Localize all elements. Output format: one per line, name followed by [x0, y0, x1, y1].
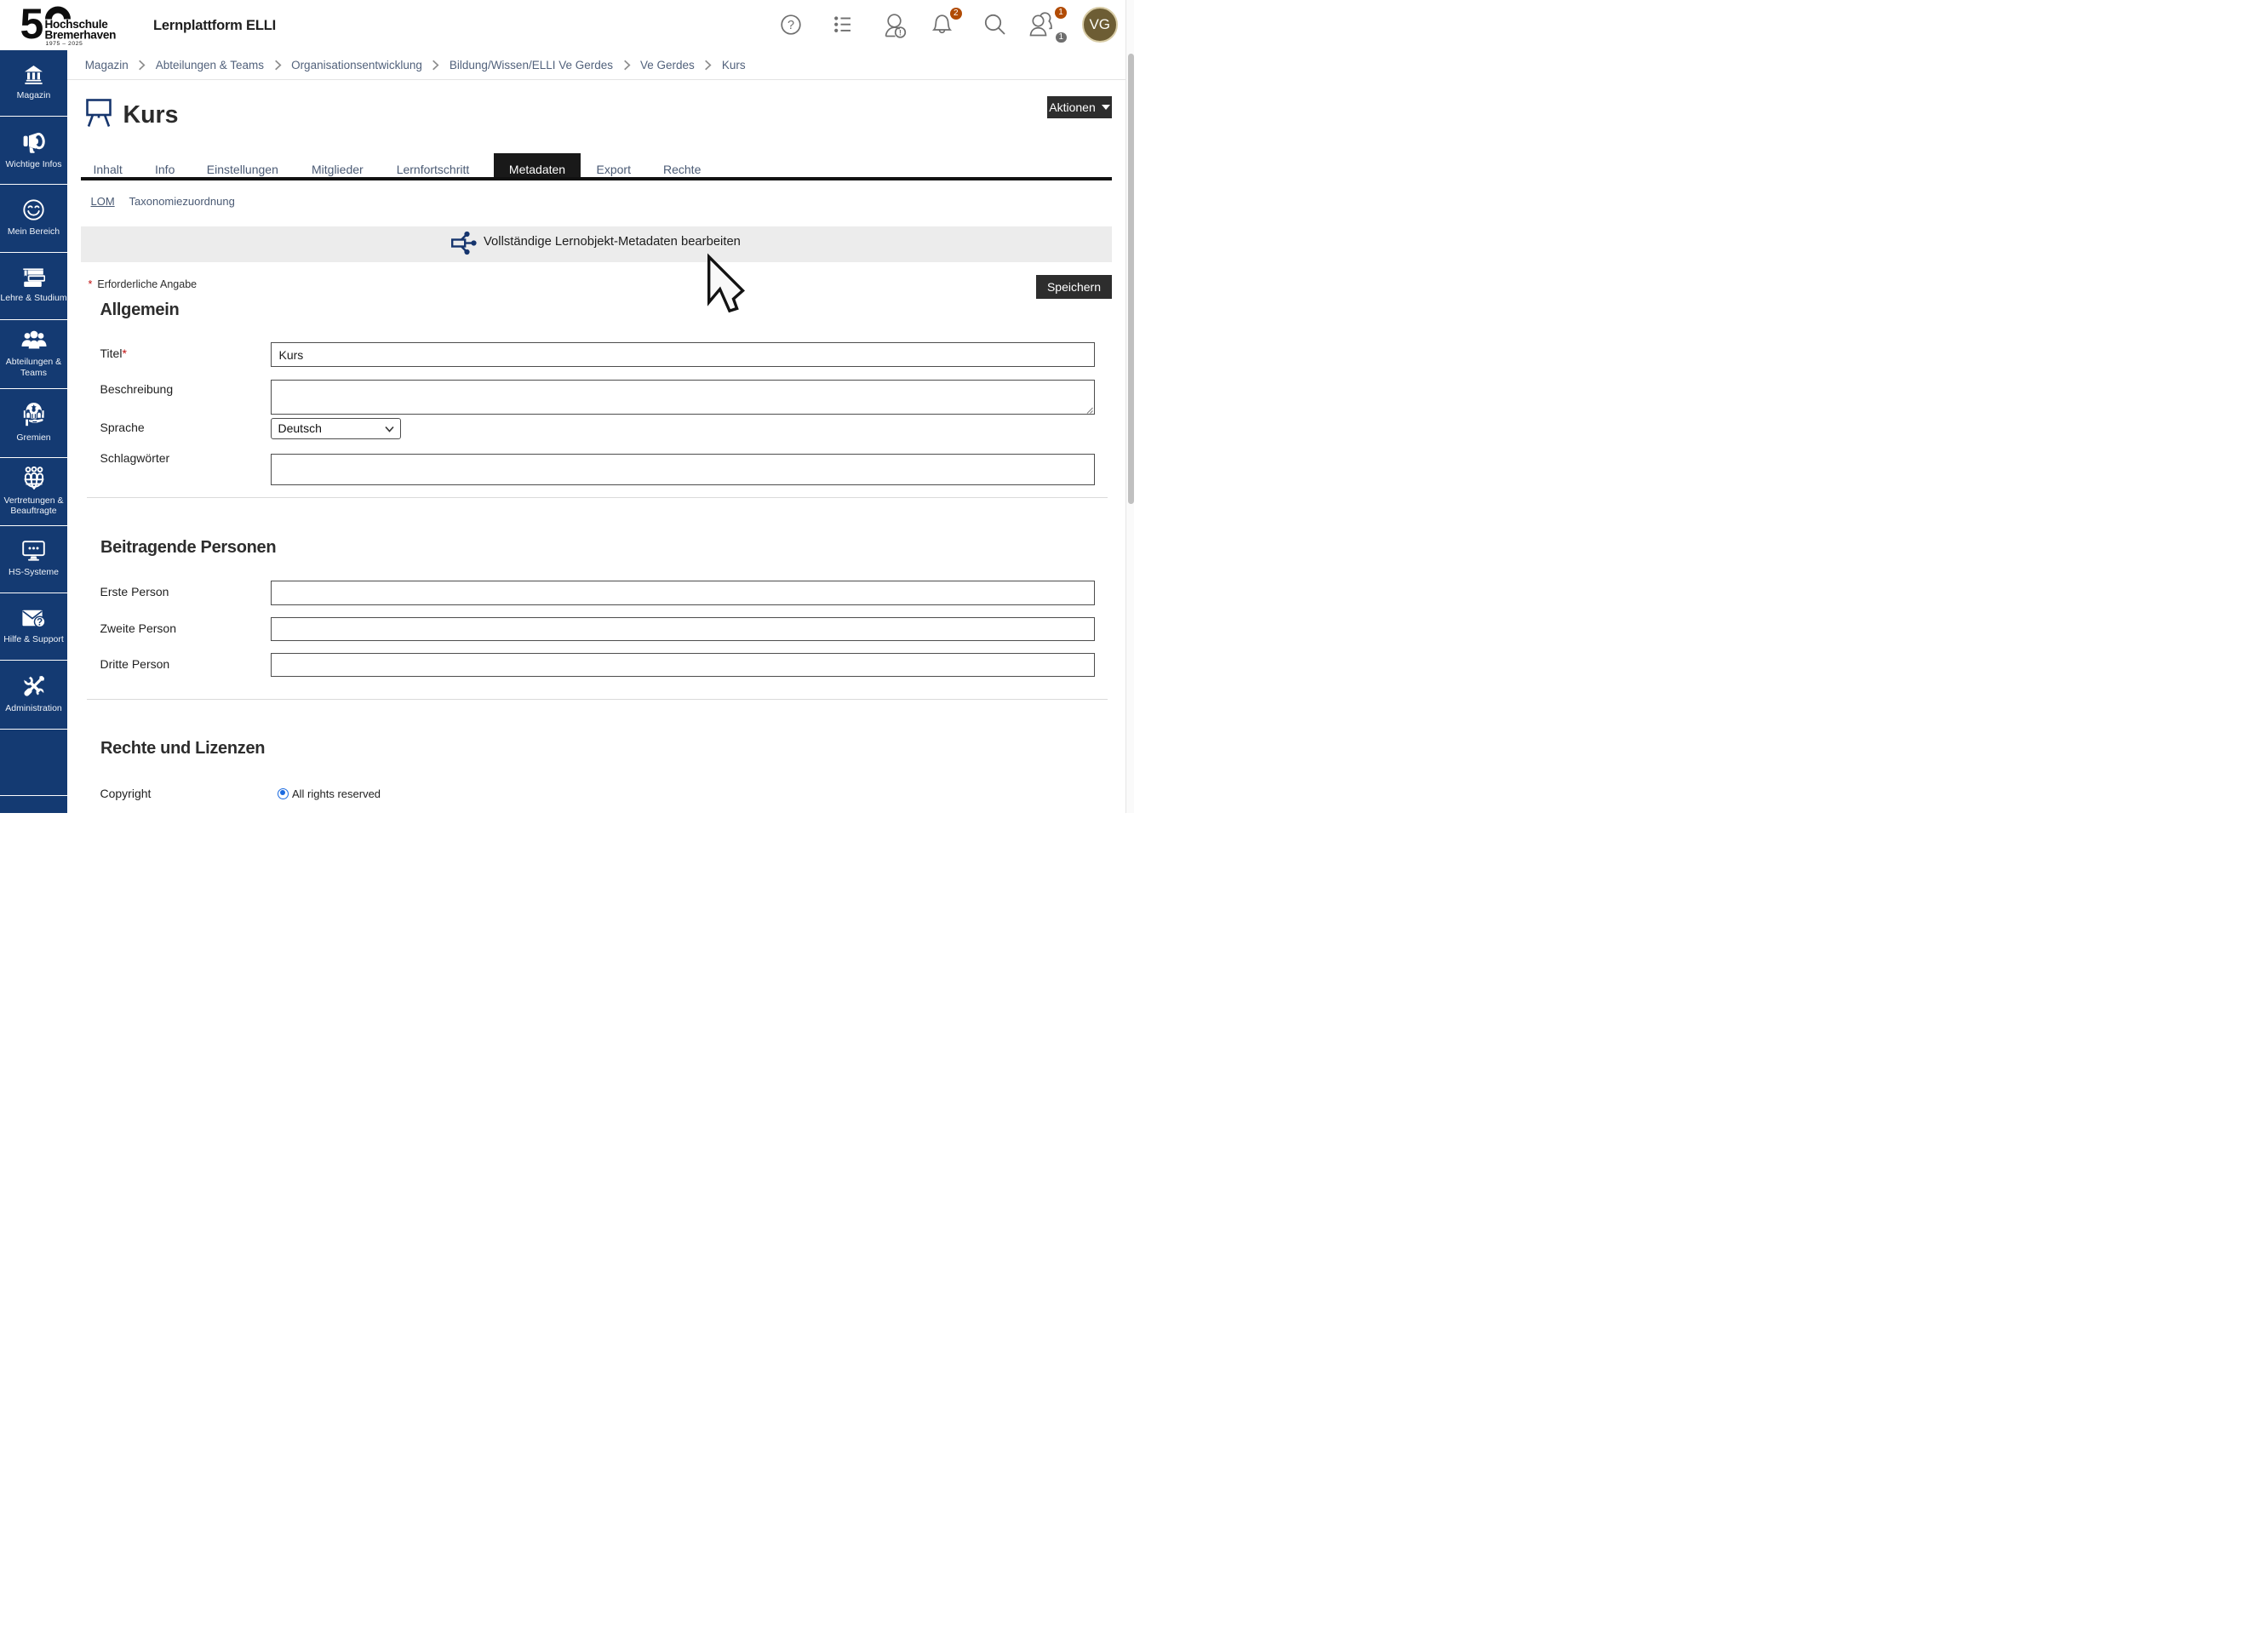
svg-text:!: !: [899, 29, 902, 38]
svg-text:Bremerhaven: Bremerhaven: [45, 29, 117, 42]
svg-text:5: 5: [21, 5, 43, 48]
svg-text:?: ?: [788, 19, 794, 32]
svg-text:1975 – 2025: 1975 – 2025: [46, 41, 83, 47]
svg-text:?: ?: [37, 617, 43, 627]
